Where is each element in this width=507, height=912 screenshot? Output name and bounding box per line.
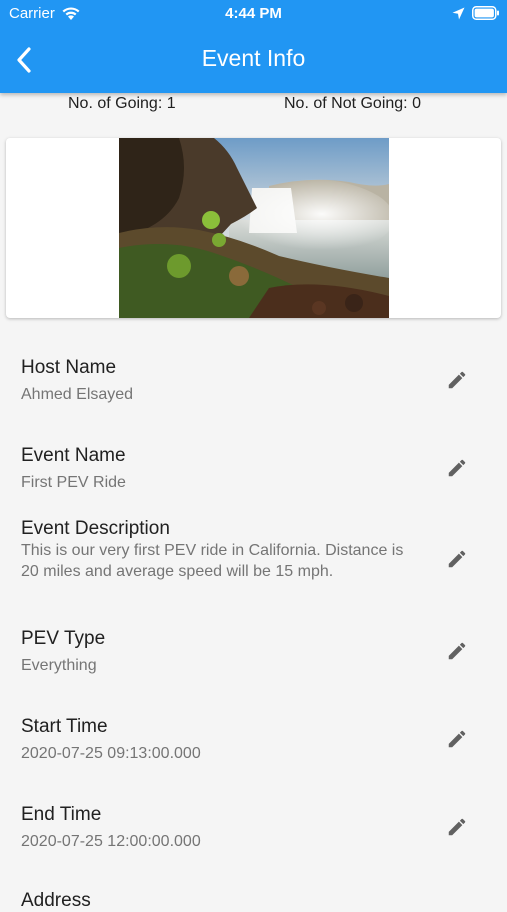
going-count: No. of Going: 1 bbox=[68, 95, 176, 112]
edit-start-time-button[interactable] bbox=[440, 722, 474, 756]
app-bar: Event Info bbox=[0, 28, 507, 93]
status-bar: Carrier 4:44 PM bbox=[0, 0, 507, 28]
field-label: End Time bbox=[21, 804, 102, 825]
pencil-icon bbox=[448, 642, 466, 660]
attendance-row: No. of Going: 1 No. of Not Going: 0 bbox=[0, 95, 507, 117]
status-time: 4:44 PM bbox=[225, 5, 282, 22]
pencil-icon bbox=[448, 730, 466, 748]
edit-end-time-button[interactable] bbox=[440, 810, 474, 844]
field-label: Start Time bbox=[21, 716, 108, 737]
field-value: Everything bbox=[21, 657, 97, 674]
field-label: Event Description bbox=[21, 518, 170, 539]
page-title: Event Info bbox=[201, 45, 306, 71]
field-label: Address bbox=[21, 890, 91, 911]
event-photo bbox=[119, 138, 389, 318]
field-value: This is our very first PEV ride in Calif… bbox=[21, 542, 404, 580]
pencil-icon bbox=[448, 818, 466, 836]
field-value: 2020-07-25 09:13:00.000 bbox=[21, 745, 201, 762]
edit-event-name-button[interactable] bbox=[440, 451, 474, 485]
not-going-count: No. of Not Going: 0 bbox=[284, 95, 421, 112]
pencil-icon bbox=[448, 371, 466, 389]
field-label: Host Name bbox=[21, 357, 117, 378]
field-value: First PEV Ride bbox=[21, 474, 126, 491]
edit-host-name-button[interactable] bbox=[440, 363, 474, 397]
field-label: Event Name bbox=[21, 445, 126, 466]
edit-event-description-button[interactable] bbox=[440, 542, 474, 576]
pencil-icon bbox=[448, 550, 466, 568]
battery-icon bbox=[472, 6, 499, 20]
event-image-card bbox=[6, 138, 501, 318]
field-label: PEV Type bbox=[21, 628, 106, 649]
edit-pev-type-button[interactable] bbox=[440, 634, 474, 668]
top-bar: Carrier 4:44 PM Event Info bbox=[0, 0, 507, 93]
pencil-icon bbox=[448, 459, 466, 477]
location-arrow-icon bbox=[452, 7, 465, 20]
field-value: 2020-07-25 12:00:00.000 bbox=[21, 833, 201, 850]
field-value: Ahmed Elsayed bbox=[21, 386, 134, 403]
